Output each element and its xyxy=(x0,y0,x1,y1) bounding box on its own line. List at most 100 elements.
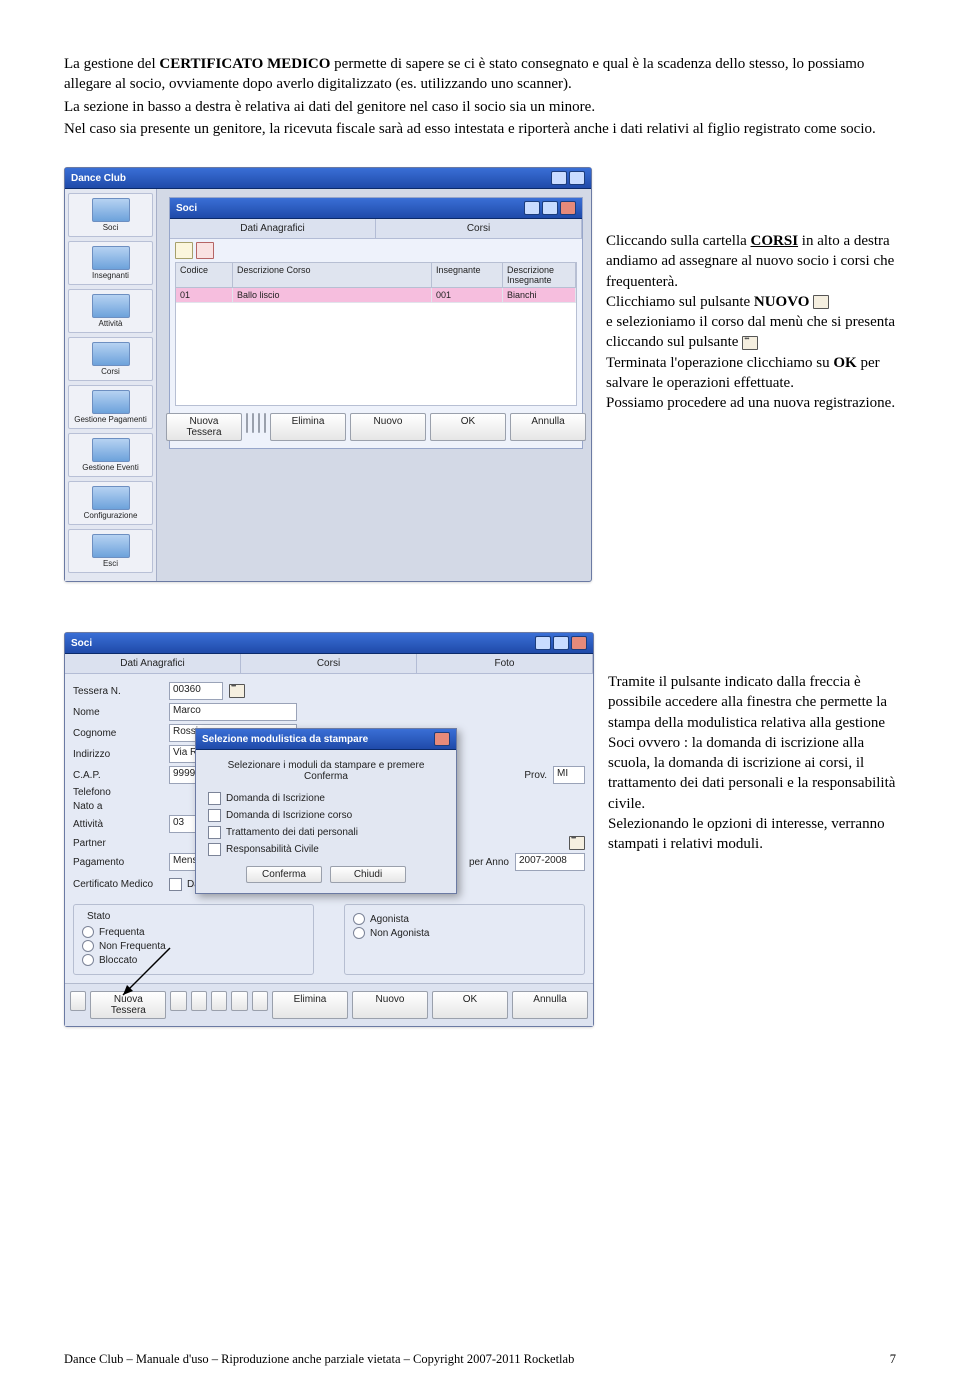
nav-first-icon[interactable] xyxy=(246,413,248,433)
grid-corsi: Codice Descrizione Corso Insegnante Desc… xyxy=(175,262,577,406)
sidebar-item-config[interactable]: Configurazione xyxy=(68,481,153,525)
label-attivita: Attività xyxy=(73,819,163,830)
tab-corsi[interactable]: Corsi xyxy=(241,654,417,673)
elimina-button[interactable]: Elimina xyxy=(272,991,348,1019)
inner-window: Soci Dati Anagrafici Corsi Codice xyxy=(169,197,583,449)
intro-p2: La sezione in basso a destra è relativa … xyxy=(64,97,896,117)
col-codice: Codice xyxy=(176,263,233,287)
print-button[interactable] xyxy=(70,991,86,1011)
label-cognome: Cognome xyxy=(73,728,163,739)
screenshot-corsi: Dance Club Soci Insegnanti Attività Cors… xyxy=(64,167,592,582)
sidebar-item-attivita[interactable]: Attività xyxy=(68,289,153,333)
minimize-icon xyxy=(551,171,567,185)
sidebar-item-insegnanti[interactable]: Insegnanti xyxy=(68,241,153,285)
pointer-arrow xyxy=(115,943,175,1003)
folder-icon xyxy=(92,486,130,510)
tab-foto[interactable]: Foto xyxy=(417,654,593,673)
minimize-icon xyxy=(524,201,540,215)
sidebar-item-pagamenti[interactable]: Gestione Pagamenti xyxy=(68,385,153,429)
browse-icon[interactable] xyxy=(229,684,245,698)
annulla-button[interactable]: Annulla xyxy=(512,991,588,1019)
new-row-icon[interactable] xyxy=(175,242,193,259)
chk-responsabilita[interactable] xyxy=(208,843,221,856)
label-certmed: Certificato Medico xyxy=(73,879,163,890)
conferma-button[interactable]: Conferma xyxy=(246,866,322,883)
nav-prev-icon[interactable] xyxy=(252,413,254,433)
label-partner: Partner xyxy=(73,838,163,849)
radio-non-frequenta[interactable] xyxy=(82,940,94,952)
label-pagamento: Pagamento xyxy=(73,857,163,868)
dialog-msg: Selezionare i moduli da stampare e preme… xyxy=(208,760,444,782)
soci-titlebar: Soci xyxy=(170,198,582,219)
label-tessera: Tessera N. xyxy=(73,686,163,697)
tab-dati[interactable]: Dati Anagrafici xyxy=(65,654,241,673)
folder-icon xyxy=(92,438,130,462)
page-number: 7 xyxy=(890,1352,896,1367)
close-icon[interactable] xyxy=(434,732,450,746)
group-agonista: Agonista Non Agonista xyxy=(344,904,585,975)
radio-non-agonista[interactable] xyxy=(353,927,365,939)
field-nome[interactable]: Marco xyxy=(169,703,297,721)
group-stato: Stato Frequenta Non Frequenta Bloccato xyxy=(73,904,314,975)
label-nome: Nome xyxy=(73,707,163,718)
browse-icon[interactable] xyxy=(569,836,585,850)
folder-icon xyxy=(92,294,130,318)
sidebar-item-corsi[interactable]: Corsi xyxy=(68,337,153,381)
sidebar-item-esci[interactable]: Esci xyxy=(68,529,153,573)
field-peranno[interactable]: 2007-2008 xyxy=(515,853,585,871)
footer-text: Dance Club – Manuale d'uso – Riproduzion… xyxy=(64,1352,574,1367)
maximize-icon xyxy=(542,201,558,215)
nuova-tessera-button[interactable]: Nuova Tessera xyxy=(166,413,242,441)
nuovo-button[interactable]: Nuovo xyxy=(350,413,426,441)
sidebar-item-eventi[interactable]: Gestione Eventi xyxy=(68,433,153,477)
annulla-button[interactable]: Annulla xyxy=(510,413,586,441)
folder-icon xyxy=(92,390,130,414)
chk-certificato[interactable] xyxy=(169,878,182,891)
window-buttons xyxy=(551,171,585,185)
dialog-titlebar: Selezione modulistica da stampare xyxy=(196,729,456,750)
people-icon xyxy=(92,198,130,222)
minimize-icon xyxy=(535,636,551,650)
maximize-icon xyxy=(553,636,569,650)
radio-agonista[interactable] xyxy=(353,913,365,925)
sidebar-item-soci[interactable]: Soci xyxy=(68,193,153,237)
col-insegnante: Insegnante xyxy=(432,263,503,287)
sidebar: Soci Insegnanti Attività Corsi Gestione … xyxy=(65,189,157,581)
chk-domanda-corso[interactable] xyxy=(208,809,221,822)
soci-titlebar: Soci xyxy=(65,633,593,654)
text-modulistica: Tramite il pulsante indicato dalla frecc… xyxy=(608,632,898,854)
radio-bloccato[interactable] xyxy=(82,954,94,966)
label-indirizzo: Indirizzo xyxy=(73,749,163,760)
label-telefono: Telefono xyxy=(73,787,163,798)
ok-button[interactable]: OK xyxy=(432,991,508,1019)
teacher-icon xyxy=(92,246,130,270)
nav-prev-icon[interactable] xyxy=(191,991,207,1011)
nav-last-icon[interactable] xyxy=(264,413,266,433)
col-desc-insegnante: Descrizione Insegnante xyxy=(503,263,576,287)
exit-icon xyxy=(92,534,130,558)
delete-row-icon[interactable] xyxy=(196,242,214,259)
nuovo-button[interactable]: Nuovo xyxy=(352,991,428,1019)
field-tessera[interactable]: 00360 xyxy=(169,682,223,700)
browse-icon xyxy=(742,336,758,350)
nav-next-icon[interactable] xyxy=(211,991,227,1011)
nav-last-icon[interactable] xyxy=(231,991,247,1011)
elimina-button[interactable]: Elimina xyxy=(270,413,346,441)
tab-corsi[interactable]: Corsi xyxy=(376,219,582,238)
radio-frequenta[interactable] xyxy=(82,926,94,938)
ok-button[interactable]: OK xyxy=(430,413,506,441)
label-cap: C.A.P. xyxy=(73,770,163,781)
nav-next-icon[interactable] xyxy=(258,413,260,433)
field-prov[interactable]: MI xyxy=(553,766,585,784)
intro-p1: La gestione del CERTIFICATO MEDICO perme… xyxy=(64,54,896,95)
tab-dati[interactable]: Dati Anagrafici xyxy=(170,219,376,238)
chk-domanda-iscrizione[interactable] xyxy=(208,792,221,805)
find-icon[interactable] xyxy=(252,991,268,1011)
outer-titlebar: Dance Club xyxy=(65,168,591,189)
chiudi-button[interactable]: Chiudi xyxy=(330,866,406,883)
col-desc-corso: Descrizione Corso xyxy=(233,263,432,287)
grid-row[interactable]: 01 Ballo liscio 001 Bianchi xyxy=(176,288,576,303)
print-dialog: Selezione modulistica da stampare Selezi… xyxy=(195,728,457,894)
intro-p3: Nel caso sia presente un genitore, la ri… xyxy=(64,119,896,139)
chk-trattamento-dati[interactable] xyxy=(208,826,221,839)
